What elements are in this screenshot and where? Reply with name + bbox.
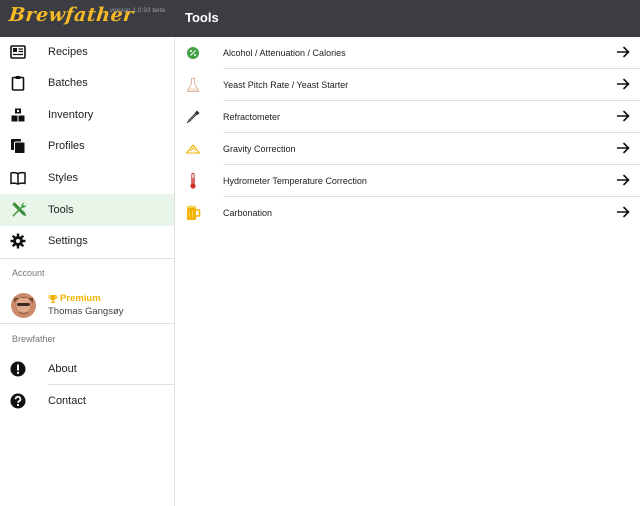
- clipboard-icon: [11, 76, 25, 91]
- arrow-right-icon: [617, 78, 630, 90]
- thermometer-icon: [190, 173, 196, 189]
- version-label: version 1.0.93 beta: [109, 7, 165, 14]
- sidebar-item-profiles[interactable]: Profiles: [0, 130, 174, 162]
- help-icon: [10, 393, 26, 409]
- brewfather-section-label: Brewfather: [12, 334, 56, 344]
- recipes-icon: [10, 45, 26, 59]
- sidebar: Brewfather version 1.0.93 beta Recipes B…: [0, 0, 175, 506]
- page-title: Tools: [185, 10, 219, 25]
- account-section-label: Account: [12, 268, 45, 278]
- top-bar: Tools: [175, 0, 640, 37]
- sidebar-item-label: About: [48, 363, 77, 375]
- sidebar-item-inventory[interactable]: Inventory: [0, 99, 174, 131]
- sidebar-item-label: Batches: [48, 77, 88, 89]
- sidebar-item-styles[interactable]: Styles: [0, 162, 174, 194]
- arrow-right-icon: [617, 142, 630, 154]
- book-icon: [10, 171, 26, 185]
- arrow-right-icon: [617, 174, 630, 186]
- sidebar-item-recipes[interactable]: Recipes: [0, 36, 174, 68]
- gear-icon: [10, 233, 26, 249]
- avatar: [11, 293, 36, 318]
- inventory-icon: [11, 108, 25, 122]
- sidebar-item-batches[interactable]: Batches: [0, 67, 174, 99]
- copy-icon: [11, 139, 26, 154]
- tool-item-carbonation[interactable]: Carbonation: [175, 197, 640, 229]
- sidebar-item-about[interactable]: About: [0, 353, 174, 385]
- tool-item-yeast[interactable]: Yeast Pitch Rate / Yeast Starter: [175, 69, 640, 101]
- sidebar-item-label: Inventory: [48, 109, 94, 121]
- premium-badge: Premium: [48, 293, 101, 304]
- premium-label: Premium: [60, 293, 101, 304]
- info-icon: [10, 361, 26, 377]
- tool-label: Hydrometer Temperature Correction: [223, 176, 367, 186]
- tool-label: Alcohol / Attenuation / Calories: [223, 48, 346, 58]
- tool-item-alcohol[interactable]: Alcohol / Attenuation / Calories: [175, 37, 640, 69]
- sidebar-item-label: Tools: [48, 204, 74, 216]
- arrow-right-icon: [617, 46, 630, 58]
- tool-item-refractometer[interactable]: Refractometer: [175, 101, 640, 133]
- sidebar-item-label: Contact: [48, 395, 86, 407]
- sidebar-item-settings[interactable]: Settings: [0, 225, 174, 257]
- sidebar-item-tools[interactable]: Tools: [0, 194, 174, 226]
- percent-icon: [187, 47, 199, 59]
- divider: [0, 323, 174, 324]
- triangle-icon: [185, 144, 201, 154]
- beer-mug-icon: [187, 205, 201, 220]
- tool-label: Refractometer: [223, 112, 281, 122]
- tool-label: Yeast Pitch Rate / Yeast Starter: [223, 80, 349, 90]
- sidebar-item-label: Recipes: [48, 46, 88, 58]
- app: Brewfather version 1.0.93 beta Recipes B…: [0, 0, 640, 506]
- sidebar-item-label: Profiles: [48, 140, 85, 152]
- arrow-right-icon: [617, 206, 630, 218]
- pipette-icon: [186, 110, 200, 124]
- tool-item-hydrometer[interactable]: Hydrometer Temperature Correction: [175, 165, 640, 197]
- tool-label: Gravity Correction: [223, 144, 296, 154]
- divider: [0, 258, 174, 259]
- tools-icon: [12, 202, 27, 217]
- arrow-right-icon: [617, 110, 630, 122]
- sidebar-item-label: Settings: [48, 235, 88, 247]
- tool-label: Carbonation: [223, 208, 273, 218]
- avatar-image: [11, 293, 36, 318]
- sidebar-item-label: Styles: [48, 172, 78, 184]
- user-name: Thomas Gangsøy: [48, 306, 124, 317]
- trophy-icon: [48, 294, 58, 303]
- sidebar-item-contact[interactable]: Contact: [0, 385, 174, 417]
- tool-item-gravity[interactable]: Gravity Correction: [175, 133, 640, 165]
- brand-bar: Brewfather version 1.0.93 beta: [0, 0, 175, 37]
- flask-icon: [186, 77, 200, 93]
